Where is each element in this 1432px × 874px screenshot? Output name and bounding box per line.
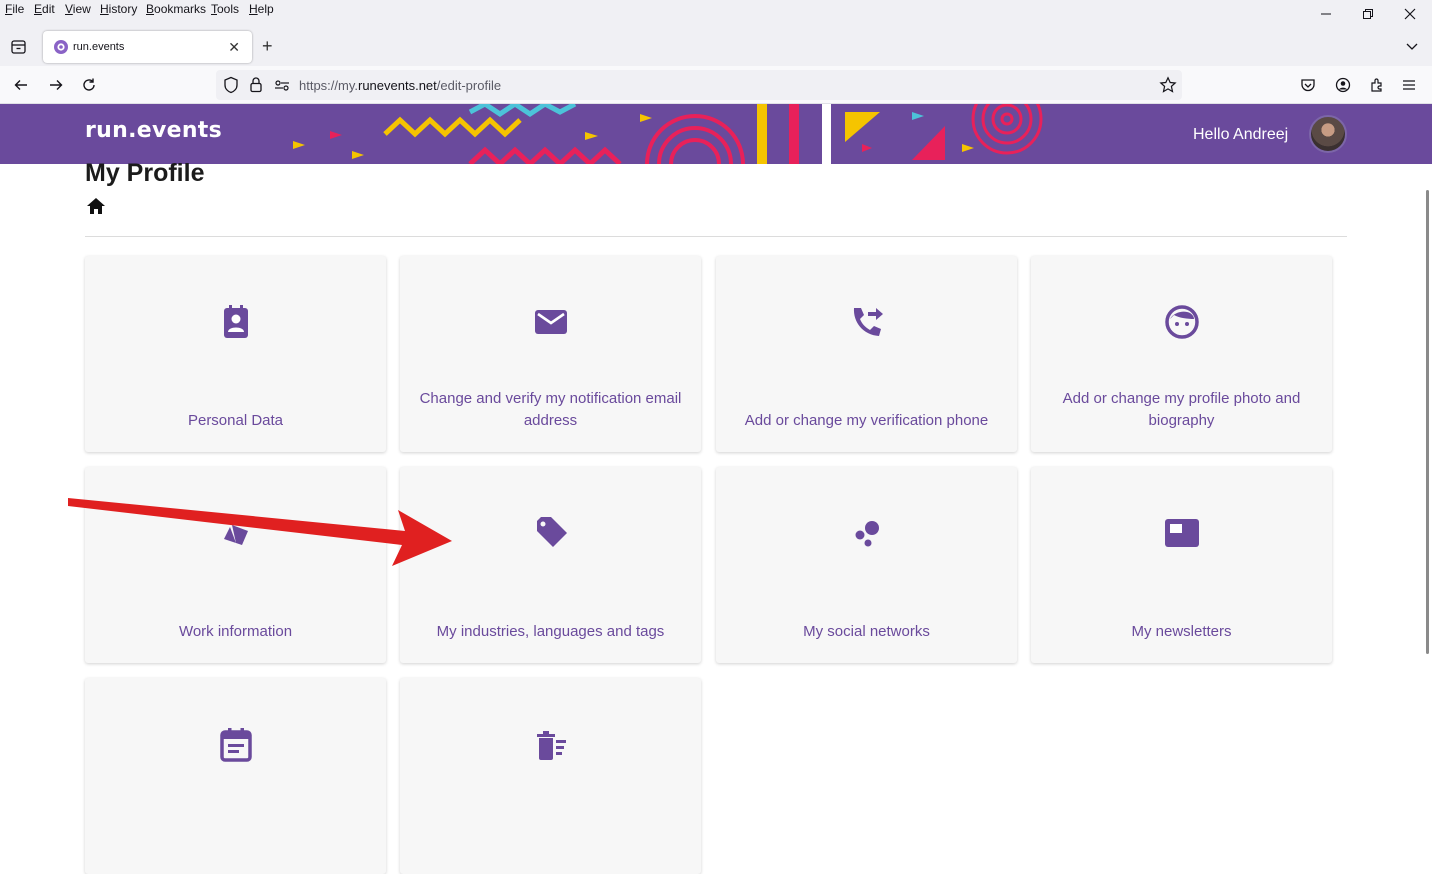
card-newsletters[interactable]: My newsletters [1031, 467, 1332, 663]
bubbles-icon [849, 515, 885, 551]
card-personal-data[interactable]: Personal Data [85, 256, 386, 452]
face-icon [1164, 304, 1200, 340]
card-social-networks[interactable]: My social networks [716, 467, 1017, 663]
card-label: My industries, languages and tags [436, 623, 665, 640]
minimize-icon[interactable] [1313, 3, 1339, 25]
card-profile-photo[interactable]: Add or change my profile photo and biogr… [1031, 256, 1332, 452]
card-work-information[interactable]: Work information [85, 467, 386, 663]
home-icon[interactable] [86, 197, 106, 215]
card-label: Change and verify my notification email … [419, 390, 682, 429]
tab-bar: run.events ✕ + [0, 28, 1432, 66]
site-logo[interactable]: run.events [85, 118, 222, 143]
lock-icon[interactable] [249, 76, 263, 94]
close-window-icon[interactable] [1397, 3, 1423, 25]
tab-run-events[interactable]: run.events ✕ [43, 31, 252, 63]
menu-file[interactable]: File [5, 2, 24, 16]
card-label: Add or change my profile photo and biogr… [1062, 390, 1301, 429]
avatar[interactable] [1309, 115, 1347, 153]
tab-title: run.events [73, 41, 125, 53]
card-delete[interactable] [400, 678, 701, 874]
user-greeting[interactable]: Hello Andreej [1193, 126, 1288, 144]
featured-video-icon [1164, 515, 1200, 551]
pocket-icon[interactable] [1297, 74, 1319, 96]
mail-icon [533, 304, 569, 340]
permissions-icon[interactable] [274, 78, 290, 92]
forward-icon[interactable] [45, 74, 67, 96]
card-verification-phone[interactable]: Add or change my verification phone [716, 256, 1017, 452]
tag-icon [533, 515, 569, 551]
scrollbar[interactable] [1426, 190, 1429, 654]
new-tab-icon[interactable]: + [262, 37, 278, 55]
card-industries-languages-tags[interactable]: My industries, languages and tags [400, 467, 701, 663]
nav-bar: https://my.runevents.net/edit-profile [0, 66, 1432, 104]
account-icon[interactable] [1332, 74, 1354, 96]
tab-overview-icon[interactable] [10, 38, 28, 56]
menu-view[interactable]: View [65, 2, 91, 16]
menu-history[interactable]: History [100, 2, 137, 16]
tracking-shield-icon[interactable] [223, 76, 239, 94]
card-label: Work information [178, 623, 293, 640]
menu-edit[interactable]: Edit [34, 2, 55, 16]
restore-icon[interactable] [1355, 3, 1381, 25]
card-label: Add or change my verification phone [744, 412, 989, 429]
card-label: My social networks [803, 623, 930, 640]
favicon-icon [54, 40, 68, 54]
menu-tools[interactable]: Tools [211, 2, 239, 16]
card-label: My newsletters [1131, 623, 1232, 640]
app-menu-icon[interactable] [1398, 74, 1420, 96]
divider [85, 236, 1347, 237]
card-label: Personal Data [187, 412, 284, 429]
menu-help[interactable]: Help [249, 2, 274, 16]
site-header: run.events Hello Andreej [0, 104, 1432, 164]
layers-icon [218, 515, 254, 551]
bookmark-star-icon[interactable] [1159, 76, 1177, 94]
card-events[interactable] [85, 678, 386, 874]
page-title: My Profile [85, 159, 205, 187]
menu-bookmarks[interactable]: Bookmarks [146, 2, 206, 16]
delete-sweep-icon [533, 726, 569, 762]
phone-forward-icon [849, 304, 885, 340]
event-note-icon [218, 726, 254, 762]
close-tab-icon[interactable]: ✕ [228, 39, 240, 56]
url-text[interactable]: https://my.runevents.net/edit-profile [299, 78, 501, 93]
contact-card-icon [218, 304, 254, 340]
back-icon[interactable] [10, 74, 32, 96]
extensions-icon[interactable] [1366, 74, 1388, 96]
list-all-tabs-icon[interactable] [1404, 39, 1420, 55]
reload-icon[interactable] [78, 74, 100, 96]
menu-bar: File Edit View History Bookmarks Tools H… [0, 0, 1432, 28]
url-bar[interactable]: https://my.runevents.net/edit-profile [216, 70, 1182, 100]
card-notification-email[interactable]: Change and verify my notification email … [400, 256, 701, 452]
